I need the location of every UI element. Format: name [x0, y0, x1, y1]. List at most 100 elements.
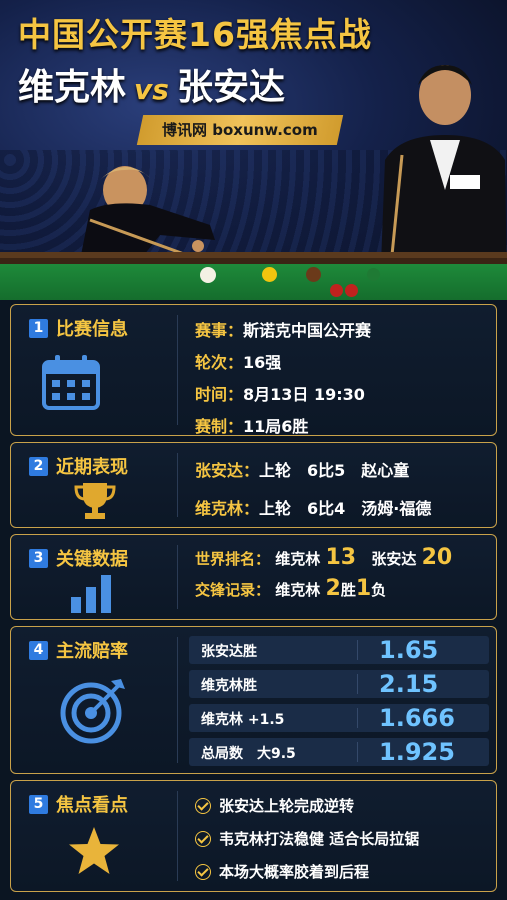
card-divider	[177, 545, 178, 609]
focus-text: 韦克林打法稳健 适合长局拉锯	[219, 830, 420, 848]
h2h-wins: 2	[325, 576, 341, 601]
odds-label: 张安达胜	[201, 644, 257, 660]
recent-form-rows: 张安达：上轮 6比5 赵心童 维克林：上轮 6比4 汤姆·福德	[195, 457, 431, 519]
form-row: 维克林：上轮 6比4 汤姆·福德	[195, 495, 431, 519]
focus-item: 张安达上轮完成逆转	[195, 795, 354, 816]
info-row: 赛制：11局6胜	[195, 413, 371, 437]
check-circle-icon	[195, 863, 211, 880]
odds-label: 维克林 +1.5	[201, 712, 285, 728]
info-value: 11局6胜	[243, 417, 309, 436]
key-data-rows: 世界排名： 维克林 13 张安达 20 交锋记录： 维克林 2胜1负	[195, 545, 452, 601]
info-label: 赛制：	[195, 417, 244, 436]
h2h-row: 交锋记录： 维克林 2胜1负	[195, 576, 452, 601]
player-b-name: 张安达	[176, 67, 285, 108]
card-header: 4 主流赔率	[29, 637, 128, 663]
section-title: 比赛信息	[56, 319, 128, 340]
recent-form-card: 2 近期表现 张安达：上轮 6比5 赵心童 维克林：上轮 6比4 汤姆·福德	[10, 442, 497, 528]
odds-value: 1.666	[379, 704, 455, 732]
info-label: 赛事：	[195, 321, 244, 340]
page: 中国公开赛16强焦点战 维克林 vs 张安达 博讯网 boxunw.com 1 比赛…	[0, 0, 507, 900]
odds-value: 1.65	[379, 636, 439, 664]
focus-card: 5 焦点看点 张安达上轮完成逆转 韦克林打法稳健 适合长局拉锯 本场大概率胶着到…	[10, 780, 497, 892]
card-header: 3 关键数据	[29, 545, 128, 571]
star-icon	[69, 827, 119, 874]
ranking-row: 世界排名： 维克林 13 张安达 20	[195, 545, 452, 570]
card-header: 5 焦点看点	[29, 791, 128, 817]
ranking-b-name: 张安达	[371, 550, 417, 568]
odds-value: 2.15	[379, 670, 439, 698]
odds-separator	[357, 674, 358, 694]
focus-item: 本场大概率胶着到后程	[195, 861, 369, 882]
matchup-title: 维克林 vs 张安达	[18, 58, 285, 110]
odds-label: 总局数 大9.5	[201, 746, 296, 762]
green-ball	[367, 268, 380, 281]
h2h-name: 维克林	[275, 581, 321, 599]
headline: 中国公开赛16强焦点战	[18, 15, 372, 54]
ranking-a-value: 13	[325, 545, 357, 570]
form-value: 上轮 6比4 汤姆·福德	[259, 499, 432, 518]
card-divider	[177, 453, 178, 517]
match-info-rows: 赛事：斯诺克中国公开赛 轮次：16强 时间：8月13日 19:30 赛制：11局…	[195, 317, 371, 437]
card-divider	[177, 315, 178, 425]
section-number: 5	[29, 794, 48, 814]
focus-item: 韦克林打法稳健 适合长局拉锯	[195, 828, 419, 849]
section-title: 关键数据	[56, 549, 128, 570]
target-icon	[60, 679, 125, 744]
section-title: 焦点看点	[56, 795, 128, 816]
section-number: 3	[29, 548, 48, 568]
odds-separator	[357, 742, 358, 762]
trophy-icon	[74, 483, 116, 519]
cue-ball	[200, 267, 216, 283]
info-row: 时间：8月13日 19:30	[195, 381, 371, 405]
info-value: 斯诺克中国公开赛	[243, 321, 372, 340]
info-label: 轮次：	[195, 353, 244, 372]
vs-label: vs	[134, 73, 169, 106]
yellow-ball	[262, 267, 277, 282]
bar-chart-icon	[71, 575, 111, 613]
info-value: 16强	[243, 353, 282, 372]
snooker-table	[0, 258, 507, 300]
check-circle-icon	[195, 797, 211, 814]
brand-badge: 博讯网 boxunw.com	[136, 115, 343, 145]
red-ball	[345, 284, 358, 297]
brand-text: 博讯网 boxunw.com	[162, 121, 318, 139]
odds-value: 1.925	[379, 738, 455, 766]
card-header: 1 比赛信息	[29, 315, 128, 341]
odds-row: 维克林胜 2.15	[189, 670, 489, 698]
card-divider	[177, 637, 178, 763]
odds-row: 维克林 +1.5 1.666	[189, 704, 489, 732]
form-label: 维克林：	[195, 499, 260, 518]
ranking-label: 世界排名：	[195, 550, 271, 568]
info-value: 8月13日 19:30	[243, 385, 365, 404]
focus-text: 本场大概率胶着到后程	[219, 863, 370, 881]
info-row: 轮次：16强	[195, 349, 371, 373]
hero-banner: 中国公开赛16强焦点战 维克林 vs 张安达 博讯网 boxunw.com	[0, 0, 507, 300]
h2h-label: 交锋记录：	[195, 581, 271, 599]
check-circle-icon	[195, 830, 211, 847]
match-info-card: 1 比赛信息 赛事：斯诺克中国公开赛 轮次：16强 时间：8月13日 19:30…	[10, 304, 497, 436]
odds-separator	[357, 708, 358, 728]
form-row: 张安达：上轮 6比5 赵心童	[195, 457, 431, 481]
ranking-a-name: 维克林	[275, 550, 321, 568]
section-number: 1	[29, 318, 48, 338]
ranking-b-value: 20	[421, 545, 453, 570]
red-ball	[330, 284, 343, 297]
h2h-wins-unit: 胜	[340, 581, 356, 599]
form-value: 上轮 6比5 赵心童	[259, 461, 410, 480]
odds-row: 张安达胜 1.65	[189, 636, 489, 664]
key-data-card: 3 关键数据 世界排名： 维克林 13 张安达 20 交锋记录： 维克林 2胜1…	[10, 534, 497, 620]
section-number: 2	[29, 456, 48, 476]
section-title: 主流赔率	[56, 641, 128, 662]
focus-text: 张安达上轮完成逆转	[219, 797, 355, 815]
player-left-image	[80, 166, 215, 260]
h2h-losses: 1	[355, 576, 372, 601]
h2h-losses-unit: 负	[371, 581, 387, 599]
odds-row: 总局数 大9.5 1.925	[189, 738, 489, 766]
section-number: 4	[29, 640, 48, 660]
card-divider	[177, 791, 178, 881]
odds-separator	[357, 640, 358, 660]
brown-ball	[306, 267, 321, 282]
info-row: 赛事：斯诺克中国公开赛	[195, 317, 371, 341]
player-a-name: 维克林	[18, 67, 127, 108]
odds-label: 维克林胜	[201, 678, 257, 694]
